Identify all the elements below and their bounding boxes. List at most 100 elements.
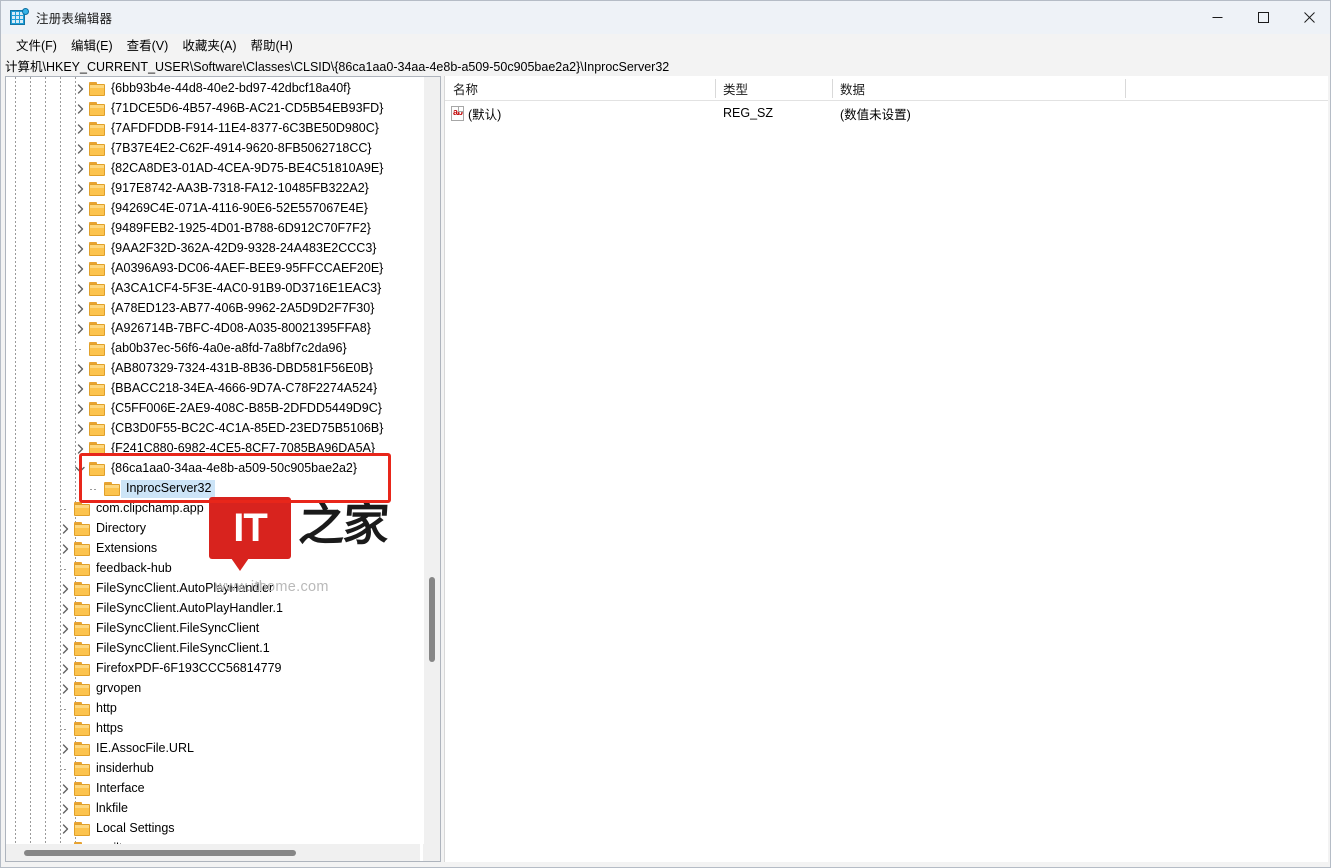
tree-item[interactable]: {9AA2F32D-362A-42D9-9328-24A483E2CCC3}	[6, 239, 420, 259]
tree-item[interactable]: {ab0b37ec-56f6-4a0e-a8fd-7a8bf7c2da96}	[6, 339, 420, 359]
chevron-right-icon[interactable]	[72, 279, 88, 299]
close-button[interactable]	[1286, 1, 1330, 34]
table-row[interactable]: ab (默认) REG_SZ (数值未设置)	[445, 101, 1328, 125]
tree-vertical-scrollbar[interactable]	[423, 77, 440, 845]
tree-hscroll-thumb[interactable]	[24, 850, 296, 856]
chevron-right-icon[interactable]	[72, 399, 88, 419]
tree-item-label: {71DCE5D6-4B57-496B-AC21-CD5B54EB93FD}	[111, 101, 384, 115]
chevron-right-icon[interactable]	[72, 439, 88, 459]
folder-icon	[74, 782, 91, 796]
tree-item[interactable]: {86ca1aa0-34aa-4e8b-a509-50c905bae2a2}	[6, 459, 420, 479]
tree-item[interactable]: https	[6, 719, 420, 739]
chevron-right-icon[interactable]	[57, 599, 73, 619]
chevron-right-icon[interactable]	[72, 99, 88, 119]
tree-vscroll-thumb[interactable]	[429, 577, 435, 662]
tree-item[interactable]: {F241C880-6982-4CE5-8CF7-7085BA96DA5A}	[6, 439, 420, 459]
tree-item[interactable]: {AB807329-7324-431B-8B36-DBD581F56E0B}	[6, 359, 420, 379]
chevron-right-icon[interactable]	[57, 539, 73, 559]
tree-item-label: {94269C4E-071A-4116-90E6-52E557067E4E}	[111, 201, 368, 215]
menu-view[interactable]: 查看(V)	[120, 34, 176, 55]
tree-horizontal-scrollbar[interactable]	[6, 844, 420, 861]
chevron-right-icon[interactable]	[57, 659, 73, 679]
tree-item[interactable]: com.clipchamp.app	[6, 499, 420, 519]
tree-item[interactable]: lnkfile	[6, 799, 420, 819]
tree-item[interactable]: {6bb93b4e-44d8-40e2-bd97-42dbcf18a40f}	[6, 79, 420, 99]
tree-item[interactable]: {917E8742-AA3B-7318-FA12-10485FB322A2}	[6, 179, 420, 199]
tree-item[interactable]: IE.AssocFile.URL	[6, 739, 420, 759]
tree-item[interactable]: FileSyncClient.FileSyncClient.1	[6, 639, 420, 659]
column-divider-3[interactable]	[1125, 79, 1126, 98]
tree-item[interactable]: FileSyncClient.AutoPlayHandler.1	[6, 599, 420, 619]
tree-item[interactable]: insiderhub	[6, 759, 420, 779]
tree-item[interactable]: {BBACC218-34EA-4666-9D7A-C78F2274A524}	[6, 379, 420, 399]
chevron-right-icon[interactable]	[72, 259, 88, 279]
menu-file[interactable]: 文件(F)	[9, 34, 64, 55]
tree-item[interactable]: grvopen	[6, 679, 420, 699]
tree-item-label: Interface	[96, 781, 145, 795]
folder-icon	[74, 822, 91, 836]
chevron-right-icon[interactable]	[72, 359, 88, 379]
tree-item[interactable]: Directory	[6, 519, 420, 539]
tree-item[interactable]: {A3CA1CF4-5F3E-4AC0-91B9-0D3716E1EAC3}	[6, 279, 420, 299]
chevron-right-icon[interactable]	[72, 239, 88, 259]
folder-icon	[74, 702, 91, 716]
chevron-right-icon[interactable]	[72, 299, 88, 319]
tree-item-label: {A78ED123-AB77-406B-9962-2A5D9D2F7F30}	[111, 301, 375, 315]
chevron-right-icon[interactable]	[72, 179, 88, 199]
tree-item[interactable]: http	[6, 699, 420, 719]
chevron-right-icon[interactable]	[57, 819, 73, 839]
tree-item[interactable]: Local Settings	[6, 819, 420, 839]
chevron-right-icon[interactable]	[57, 639, 73, 659]
tree-item[interactable]: {7B37E4E2-C62F-4914-9620-8FB5062718CC}	[6, 139, 420, 159]
tree-item[interactable]: {9489FEB2-1925-4D01-B788-6D912C70F7F2}	[6, 219, 420, 239]
chevron-right-icon[interactable]	[72, 379, 88, 399]
tree-item[interactable]: Extensions	[6, 539, 420, 559]
chevron-right-icon[interactable]	[57, 799, 73, 819]
tree-item-label: lnkfile	[96, 801, 128, 815]
tree-item[interactable]: FirefoxPDF-6F193CCC56814779	[6, 659, 420, 679]
address-bar[interactable]: 计算机\HKEY_CURRENT_USER\Software\Classes\C…	[1, 55, 1330, 75]
tree-item[interactable]: {7AFDFDDB-F914-11E4-8377-6C3BE50D980C}	[6, 119, 420, 139]
tree-item[interactable]: FileSyncClient.FileSyncClient	[6, 619, 420, 639]
chevron-right-icon[interactable]	[72, 419, 88, 439]
menu-help[interactable]: 帮助(H)	[243, 34, 299, 55]
tree-item-label: {6bb93b4e-44d8-40e2-bd97-42dbcf18a40f}	[111, 81, 351, 95]
chevron-right-icon[interactable]	[72, 159, 88, 179]
tree-item[interactable]: InprocServer32	[6, 479, 420, 499]
maximize-button[interactable]	[1240, 1, 1286, 34]
chevron-right-icon[interactable]	[57, 739, 73, 759]
tree-item[interactable]: {A0396A93-DC06-4AEF-BEE9-95FFCCAEF20E}	[6, 259, 420, 279]
tree-item[interactable]: {A78ED123-AB77-406B-9962-2A5D9D2F7F30}	[6, 299, 420, 319]
chevron-right-icon[interactable]	[57, 619, 73, 639]
tree-item[interactable]: {C5FF006E-2AE9-408C-B85B-2DFDD5449D9C}	[6, 399, 420, 419]
folder-icon	[89, 382, 106, 396]
minimize-button[interactable]	[1194, 1, 1240, 34]
column-header-name[interactable]: 名称	[445, 76, 715, 101]
column-header-type[interactable]: 类型	[715, 76, 832, 101]
tree-item[interactable]: {71DCE5D6-4B57-496B-AC21-CD5B54EB93FD}	[6, 99, 420, 119]
menu-favorites[interactable]: 收藏夹(A)	[175, 34, 243, 55]
tree-item[interactable]: {94269C4E-071A-4116-90E6-52E557067E4E}	[6, 199, 420, 219]
chevron-right-icon[interactable]	[57, 579, 73, 599]
value-data-cell: (数值未设置)	[840, 107, 911, 122]
chevron-right-icon[interactable]	[72, 199, 88, 219]
chevron-right-icon[interactable]	[72, 79, 88, 99]
tree-item[interactable]: feedback-hub	[6, 559, 420, 579]
chevron-right-icon[interactable]	[72, 319, 88, 339]
chevron-right-icon[interactable]	[57, 679, 73, 699]
column-header-data[interactable]: 数据	[832, 76, 1125, 101]
chevron-down-icon[interactable]	[72, 459, 88, 479]
tree-item[interactable]: {CB3D0F55-BC2C-4C1A-85ED-23ED75B5106B}	[6, 419, 420, 439]
tree-item-label: {C5FF006E-2AE9-408C-B85B-2DFDD5449D9C}	[111, 401, 382, 415]
chevron-right-icon[interactable]	[72, 219, 88, 239]
chevron-right-icon[interactable]	[72, 119, 88, 139]
tree-item[interactable]: {82CA8DE3-01AD-4CEA-9D75-BE4C51810A9E}	[6, 159, 420, 179]
tree-item[interactable]: Interface	[6, 779, 420, 799]
menu-edit[interactable]: 编辑(E)	[64, 34, 120, 55]
folder-icon	[74, 742, 91, 756]
tree-item[interactable]: {A926714B-7BFC-4D08-A035-80021395FFA8}	[6, 319, 420, 339]
chevron-right-icon[interactable]	[72, 139, 88, 159]
chevron-right-icon[interactable]	[57, 519, 73, 539]
chevron-right-icon[interactable]	[57, 779, 73, 799]
tree-item[interactable]: FileSyncClient.AutoPlayHandler	[6, 579, 420, 599]
